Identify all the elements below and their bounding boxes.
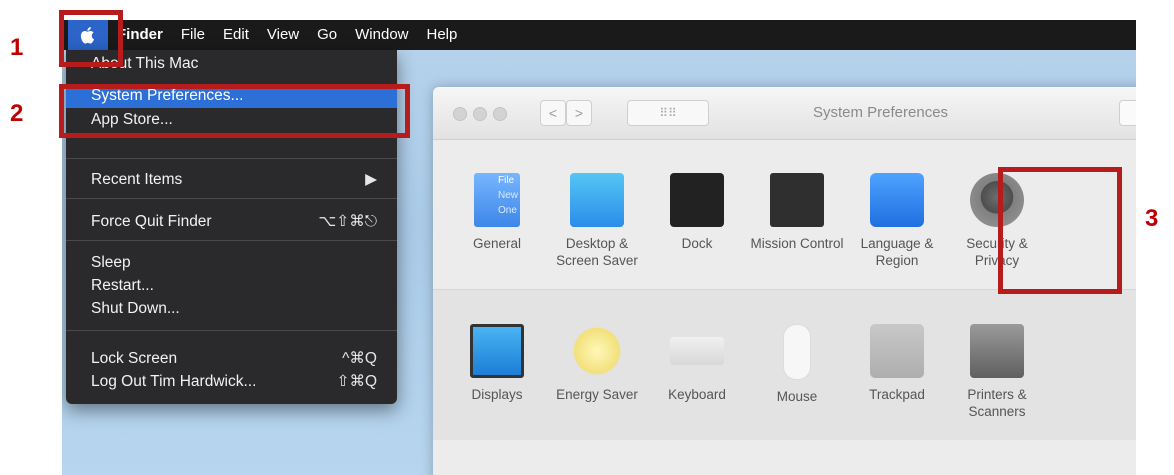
search-field[interactable] <box>1119 100 1136 126</box>
annotation-box-apple-menu <box>59 10 123 67</box>
display-icon <box>470 324 524 378</box>
window-titlebar: < > ⠿⠿ System Preferences <box>433 87 1136 140</box>
menubar-view[interactable]: View <box>258 20 308 50</box>
menu-shut-down[interactable]: Shut Down... <box>66 297 397 321</box>
pref-dock[interactable]: Dock <box>647 139 747 252</box>
show-all-button[interactable]: ⠿⠿ <box>627 100 709 126</box>
pref-energy-saver[interactable]: Energy Saver <box>547 290 647 403</box>
trackpad-icon <box>870 324 924 378</box>
menu-sleep[interactable]: Sleep <box>66 251 397 275</box>
pref-dock-label: Dock <box>681 236 713 251</box>
pref-desktop-label: Desktop & Screen Saver <box>556 236 638 268</box>
annotation-step-3: 3 <box>1145 205 1159 232</box>
pref-mission-label: Mission Control <box>750 236 844 251</box>
annotation-box-security-privacy <box>998 167 1122 294</box>
menubar-edit[interactable]: Edit <box>214 20 258 50</box>
pref-displays-label: Displays <box>471 387 523 402</box>
back-button[interactable]: < <box>540 100 566 126</box>
mission-control-icon <box>770 173 824 227</box>
menu-separator <box>66 198 397 199</box>
pref-keyboard-label: Keyboard <box>668 387 726 402</box>
pref-general-label: General <box>472 236 522 251</box>
pref-mouse[interactable]: Mouse <box>747 290 847 405</box>
pref-mission-control[interactable]: Mission Control <box>747 139 847 252</box>
pref-language-label: Language & Region <box>860 236 934 268</box>
menu-separator <box>66 330 397 331</box>
pref-printers-label: Printers & Scanners <box>967 387 1027 419</box>
pref-general[interactable]: File New One General <box>447 139 547 252</box>
menu-restart[interactable]: Restart... <box>66 274 397 298</box>
minimize-window-button[interactable] <box>473 107 487 121</box>
pref-trackpad[interactable]: Trackpad <box>847 290 947 403</box>
pref-trackpad-label: Trackpad <box>869 387 925 402</box>
annotation-box-system-preferences <box>59 84 410 138</box>
general-icon: File New One <box>474 173 520 227</box>
menu-separator <box>66 240 397 241</box>
desktop-screensaver-icon <box>570 173 624 227</box>
mouse-icon <box>783 324 811 380</box>
pref-row-hardware: Displays Energy Saver Keyboard Mouse Tra… <box>433 289 1136 440</box>
menubar-file[interactable]: File <box>172 20 214 50</box>
menu-force-quit[interactable]: Force Quit Finder ⌥⇧⌘⎋ <box>66 210 397 234</box>
printer-icon <box>970 324 1024 378</box>
window-title: System Preferences <box>813 104 949 121</box>
annotation-step-1: 1 <box>10 34 24 61</box>
forward-button[interactable]: > <box>566 100 592 126</box>
lightbulb-icon <box>570 324 624 378</box>
menu-lock-screen[interactable]: Lock Screen ^⌘Q <box>66 347 397 371</box>
pref-desktop-screensaver[interactable]: Desktop & Screen Saver <box>547 139 647 269</box>
pref-keyboard[interactable]: Keyboard <box>647 290 747 403</box>
globe-flag-icon <box>870 173 924 227</box>
menu-log-out[interactable]: Log Out Tim Hardwick... ⇧⌘Q <box>66 370 397 394</box>
pref-energy-label: Energy Saver <box>556 387 638 402</box>
menubar-window[interactable]: Window <box>346 20 417 50</box>
annotation-step-2: 2 <box>10 100 24 127</box>
pref-mouse-label: Mouse <box>776 389 818 404</box>
submenu-arrow-icon: ▶ <box>365 171 377 188</box>
keyboard-icon <box>670 337 724 365</box>
menu-recent-items[interactable]: Recent Items ▶ <box>66 168 397 192</box>
menubar-go[interactable]: Go <box>308 20 346 50</box>
menu-separator <box>66 158 397 159</box>
pref-language-region[interactable]: Language & Region <box>847 139 947 269</box>
pref-displays[interactable]: Displays <box>447 290 547 403</box>
menubar-help[interactable]: Help <box>418 20 467 50</box>
menu-bar: Finder File Edit View Go Window Help <box>62 20 1136 50</box>
pref-printers-scanners[interactable]: Printers & Scanners <box>947 290 1047 420</box>
close-window-button[interactable] <box>453 107 467 121</box>
zoom-window-button[interactable] <box>493 107 507 121</box>
dock-icon <box>670 173 724 227</box>
